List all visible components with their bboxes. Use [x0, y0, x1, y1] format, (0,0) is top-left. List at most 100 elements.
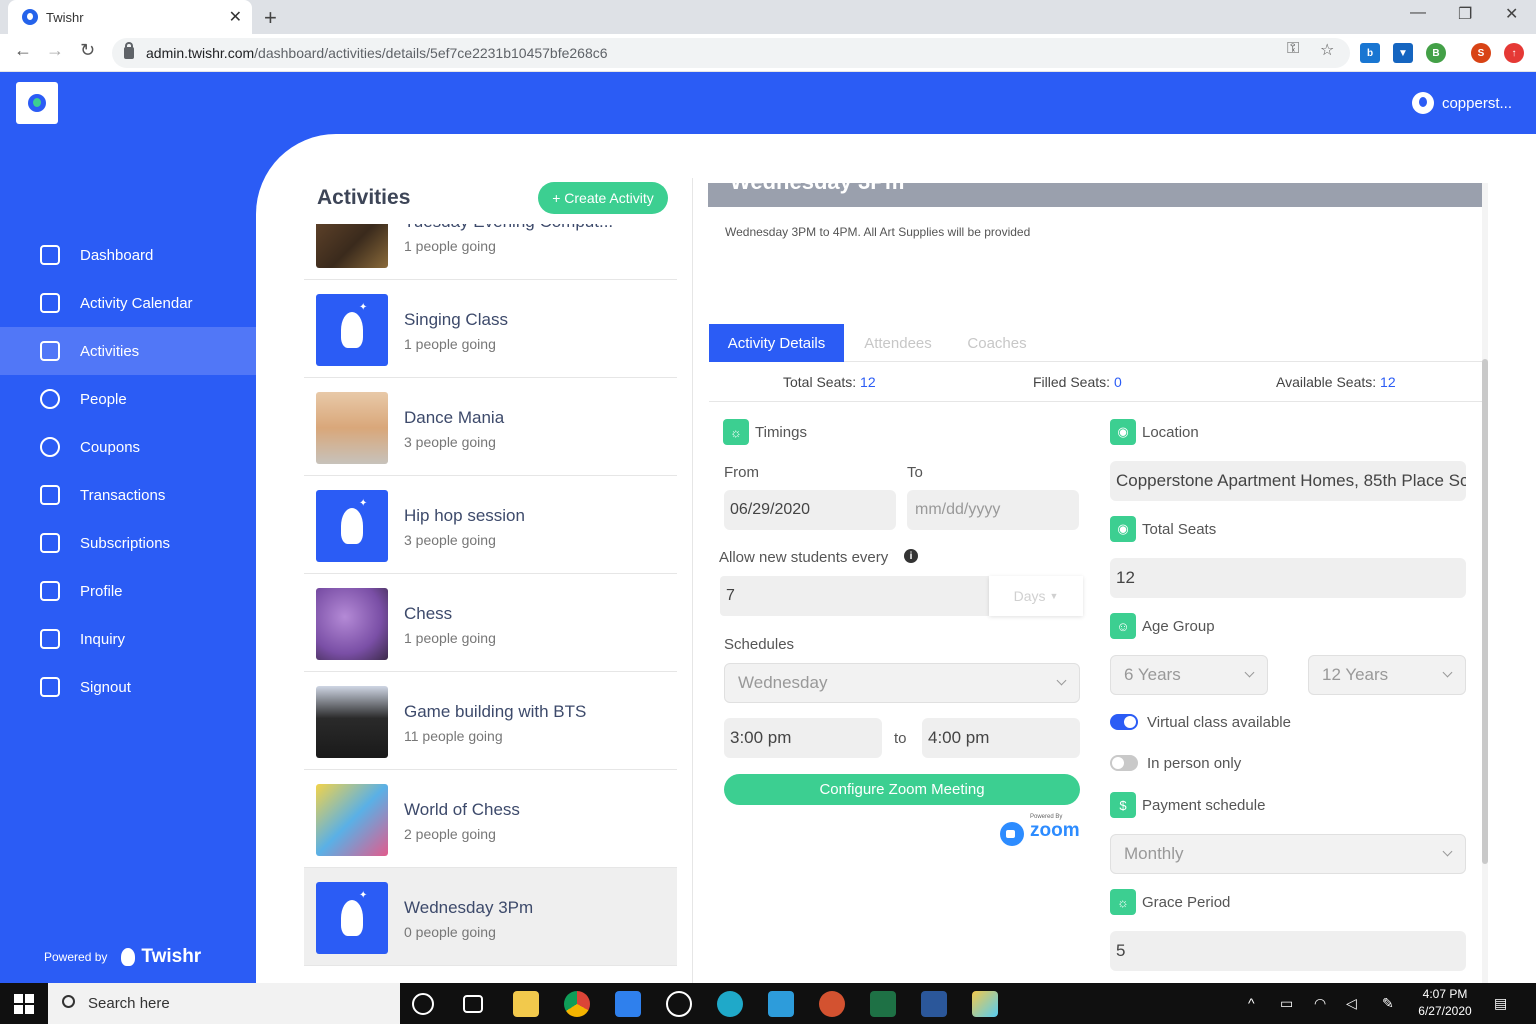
list-item[interactable]: Chess 1 people going: [304, 574, 677, 672]
sidebar-item-coupons[interactable]: Coupons: [0, 423, 256, 471]
location-input[interactable]: Copperstone Apartment Homes, 85th Place …: [1110, 461, 1466, 501]
allow-students-input[interactable]: 7: [720, 576, 990, 616]
photos-icon[interactable]: [666, 991, 692, 1017]
chevron-down-icon: [1244, 667, 1255, 678]
star-icon[interactable]: ☆: [1320, 40, 1334, 60]
activity-list[interactable]: Tuesday Evening Comput... 1 people going…: [304, 224, 677, 968]
extension-icon[interactable]: ▼: [1393, 43, 1413, 63]
app-logo[interactable]: [16, 82, 58, 124]
word-icon[interactable]: [921, 991, 947, 1017]
list-item[interactable]: Hip hop session 3 people going: [304, 476, 677, 574]
total-seats-summary-value: 12: [860, 374, 876, 390]
to-date-input[interactable]: mm/dd/yyyy: [907, 490, 1079, 530]
edge-icon[interactable]: [717, 991, 743, 1017]
update-icon[interactable]: ↑: [1504, 43, 1524, 63]
schedule-day-select[interactable]: Wednesday: [724, 663, 1080, 703]
chrome-icon[interactable]: [564, 991, 590, 1017]
tab-attendees[interactable]: Attendees: [853, 324, 943, 362]
create-activity-button[interactable]: + Create Activity: [538, 182, 668, 214]
list-item[interactable]: Game building with BTS 11 people going: [304, 672, 677, 770]
pen-icon[interactable]: ✎: [1382, 995, 1398, 1011]
taskbar-search[interactable]: Search here: [48, 983, 400, 1024]
sidebar-item-activities[interactable]: Activities: [0, 327, 256, 375]
key-icon[interactable]: ⚿: [1287, 40, 1299, 58]
address-bar[interactable]: admin.twishr.com/dashboard/activities/de…: [112, 38, 1350, 68]
task-view-icon[interactable]: [463, 995, 483, 1013]
virtual-class-toggle[interactable]: [1110, 714, 1138, 730]
vscode-icon[interactable]: [615, 991, 641, 1017]
filled-seats-label: Filled Seats:: [1033, 374, 1111, 390]
restore-icon[interactable]: ❐: [1458, 4, 1472, 24]
profile-avatar-icon[interactable]: S: [1471, 43, 1491, 63]
configure-zoom-button[interactable]: Configure Zoom Meeting: [724, 774, 1080, 805]
tab-coaches[interactable]: Coaches: [957, 324, 1037, 362]
tab-activity-details[interactable]: Activity Details: [709, 324, 844, 362]
chevron-up-icon[interactable]: ^: [1248, 995, 1264, 1011]
volume-icon[interactable]: ◁: [1346, 995, 1362, 1011]
dollar-icon: $: [1110, 792, 1136, 818]
age-max-select[interactable]: 12 Years: [1308, 655, 1466, 695]
from-date-input[interactable]: 06/29/2020: [724, 490, 896, 530]
battery-icon[interactable]: ▭: [1280, 995, 1296, 1011]
user-menu[interactable]: copperst...: [1411, 92, 1512, 114]
payment-schedule-select[interactable]: Monthly: [1110, 834, 1466, 874]
activity-title: World of Chess: [404, 800, 520, 819]
browser-toolbar: ← → ↻ admin.twishr.com/dashboard/activit…: [0, 34, 1536, 72]
window-close-icon[interactable]: ✕: [1505, 4, 1518, 24]
activity-thumbnail: [316, 490, 388, 562]
cortana-icon[interactable]: [412, 993, 434, 1015]
sidebar-item-subscriptions[interactable]: Subscriptions: [0, 519, 256, 567]
age-min-select[interactable]: 6 Years: [1110, 655, 1268, 695]
sidebar-item-profile[interactable]: Profile: [0, 567, 256, 615]
list-item[interactable]: Dance Mania 3 people going: [304, 378, 677, 476]
percent-icon: [40, 437, 60, 457]
reload-icon[interactable]: ↻: [80, 40, 95, 61]
sidebar-item-transactions[interactable]: Transactions: [0, 471, 256, 519]
sidebar-item-label: Signout: [80, 678, 131, 696]
activity-title: Wednesday 3Pm: [404, 898, 534, 917]
calendar-icon: [40, 293, 60, 313]
paint-icon[interactable]: [972, 991, 998, 1017]
caret-down-icon: ▼: [1049, 591, 1059, 601]
windows-start-icon[interactable]: [14, 994, 34, 1014]
location-label: ◉ Location: [1110, 419, 1199, 445]
excel-icon[interactable]: [870, 991, 896, 1017]
forward-icon[interactable]: →: [46, 40, 64, 61]
sidebar-item-activity-calendar[interactable]: Activity Calendar: [0, 279, 256, 327]
list-item[interactable]: Singing Class 1 people going: [304, 280, 677, 378]
sidebar-item-inquiry[interactable]: Inquiry: [0, 615, 256, 663]
info-icon[interactable]: i: [904, 549, 918, 563]
end-time-input[interactable]: 4:00 pm: [922, 718, 1080, 758]
browser-tab[interactable]: Twishr ✕: [8, 0, 252, 34]
notifications-icon[interactable]: ▤: [1494, 995, 1510, 1011]
close-icon[interactable]: ✕: [229, 7, 242, 27]
file-explorer-icon[interactable]: [513, 991, 539, 1017]
detail-scrollbar-thumb[interactable]: [1482, 359, 1488, 864]
taskbar-clock[interactable]: 4:07 PM 6/27/2020: [1410, 986, 1480, 1020]
start-time-input[interactable]: 3:00 pm: [724, 718, 882, 758]
powerpoint-icon[interactable]: [819, 991, 845, 1017]
person-icon: [40, 389, 60, 409]
activity-thumbnail: [316, 784, 388, 856]
wifi-icon[interactable]: ◠: [1314, 995, 1330, 1011]
sidebar-item-signout[interactable]: Signout: [0, 663, 256, 711]
minimize-icon[interactable]: —: [1410, 4, 1426, 22]
list-item[interactable]: World of Chess 2 people going: [304, 770, 677, 868]
taskbar-search-placeholder: Search here: [88, 995, 170, 1012]
in-person-toggle[interactable]: [1110, 755, 1138, 771]
detail-tabs: Activity Details Attendees Coaches: [709, 324, 1482, 362]
sidebar-item-dashboard[interactable]: Dashboard: [0, 231, 256, 279]
virtual-class-label: Virtual class available: [1147, 714, 1291, 731]
mail-icon[interactable]: [768, 991, 794, 1017]
grace-period-input[interactable]: 5: [1110, 931, 1466, 971]
new-tab-icon[interactable]: +: [264, 5, 277, 31]
total-seats-input[interactable]: 12: [1110, 558, 1466, 598]
list-item[interactable]: Wednesday 3Pm 0 people going: [304, 868, 677, 966]
grammar-extension-icon[interactable]: B: [1426, 43, 1446, 63]
sidebar-item-people[interactable]: People: [0, 375, 256, 423]
dollar-icon: [40, 485, 60, 505]
back-icon[interactable]: ←: [14, 40, 32, 61]
bing-extension-icon[interactable]: b: [1360, 43, 1380, 63]
list-item[interactable]: Tuesday Evening Comput... 1 people going: [304, 224, 677, 280]
days-unit-dropdown[interactable]: Days ▼: [989, 576, 1083, 616]
